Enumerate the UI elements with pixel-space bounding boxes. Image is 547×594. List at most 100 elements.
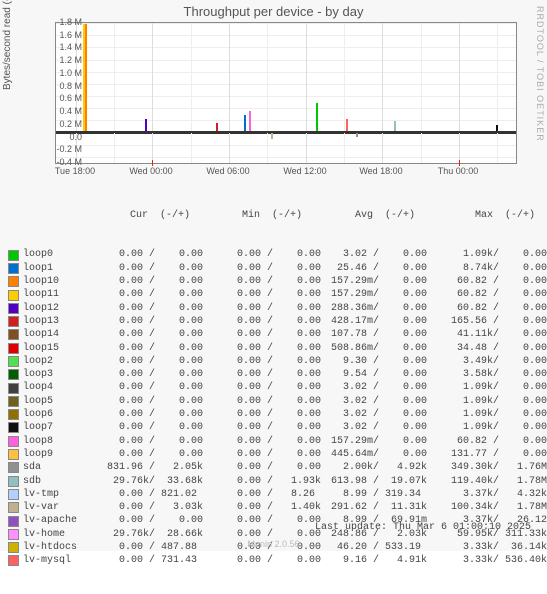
legend-max: 3.49k/ 0.00 (445, 355, 547, 368)
legend-min: 0.00 / 0.00 (219, 248, 325, 261)
legend-min: 0.00 / 0.00 (219, 328, 325, 341)
legend-min: 0.00 / 8.26 (219, 488, 325, 501)
footer-version: Munin 2.0.56 (0, 539, 547, 549)
legend-max: 3.58k/ 0.00 (445, 368, 547, 381)
legend-swatch (8, 276, 19, 287)
rrdtool-watermark: RRDTOOL / TOBI OETIKER (535, 6, 545, 142)
legend-max: 41.11k/ 0.00 (445, 328, 547, 341)
legend-swatch (8, 555, 19, 566)
col-header-max: Max (-/+) (445, 209, 547, 222)
legend-name: loop13 (23, 315, 101, 328)
legend-max: 131.77 / 0.00 (445, 448, 547, 461)
legend-cur: 831.96 / 2.05k (101, 461, 219, 474)
legend-cur: 0.00 / 821.02 (101, 488, 219, 501)
col-header-cur: Cur (-/+) (101, 209, 219, 222)
legend-swatch (8, 290, 19, 301)
legend-row: loop11 0.00 / 0.00 0.00 / 0.00 157.29m/ … (8, 288, 547, 301)
legend-name: loop4 (23, 381, 101, 394)
legend-min: 0.00 / 0.00 (219, 275, 325, 288)
legend-row: loop12 0.00 / 0.00 0.00 / 0.00 288.36m/ … (8, 302, 547, 315)
legend-row: sdb 29.76k/ 33.68k 0.00 / 1.93k 613.98 /… (8, 475, 547, 488)
legend-max: 60.82 / 0.00 (445, 288, 547, 301)
legend-avg: 9.54 / 0.00 (325, 368, 445, 381)
munin-chart: Throughput per device - by day Bytes/sec… (0, 0, 547, 551)
legend-min: 0.00 / 0.00 (219, 368, 325, 381)
legend-name: loop6 (23, 408, 101, 421)
legend-name: loop14 (23, 328, 101, 341)
legend-max: 1.09k/ 0.00 (445, 395, 547, 408)
legend-row: loop6 0.00 / 0.00 0.00 / 0.00 3.02 / 0.0… (8, 408, 547, 421)
legend-cur: 29.76k/ 33.68k (101, 475, 219, 488)
legend-name: loop3 (23, 368, 101, 381)
legend-row: loop4 0.00 / 0.00 0.00 / 0.00 3.02 / 0.0… (8, 381, 547, 394)
legend-swatch (8, 263, 19, 274)
x-tick-label: Wed 00:00 (129, 166, 172, 176)
legend-avg: 428.17m/ 0.00 (325, 315, 445, 328)
legend-avg: 107.78 / 0.00 (325, 328, 445, 341)
legend-name: lv-apache (23, 514, 101, 527)
col-header-min: Min (-/+) (219, 209, 325, 222)
y-axis-label: Bytes/second read (-) / write (+) (2, 0, 13, 90)
legend-max: 119.40k/ 1.78M (445, 475, 547, 488)
legend-avg: 3.02 / 0.00 (325, 421, 445, 434)
y-tick-label: 1.0 M (42, 68, 82, 78)
legend-avg: 613.98 / 19.07k (325, 475, 445, 488)
legend-cur: 0.00 / 0.00 (101, 248, 219, 261)
x-tick-label: Wed 06:00 (206, 166, 249, 176)
y-tick-label: 1.2 M (42, 55, 82, 65)
legend-avg: 157.29m/ 0.00 (325, 275, 445, 288)
legend-name: loop0 (23, 248, 101, 261)
legend-min: 0.00 / 0.00 (219, 408, 325, 421)
legend-avg: 9.16 / 4.91k (325, 554, 445, 567)
x-tick-label: Tue 18:00 (55, 166, 95, 176)
legend-avg: 508.86m/ 0.00 (325, 342, 445, 355)
legend-name: loop9 (23, 448, 101, 461)
legend-min: 0.00 / 0.00 (219, 421, 325, 434)
y-tick-label: 0.6 M (42, 93, 82, 103)
legend-max: 1.09k/ 0.00 (445, 421, 547, 434)
legend-name: lv-tmp (23, 488, 101, 501)
legend-avg: 3.02 / 0.00 (325, 408, 445, 421)
legend-name: loop12 (23, 302, 101, 315)
legend-row: loop5 0.00 / 0.00 0.00 / 0.00 3.02 / 0.0… (8, 395, 547, 408)
legend-max: 1.09k/ 0.00 (445, 381, 547, 394)
legend-max: 165.56 / 0.00 (445, 315, 547, 328)
legend-swatch (8, 303, 19, 314)
legend-avg: 3.02 / 0.00 (325, 381, 445, 394)
legend-min: 0.00 / 0.00 (219, 395, 325, 408)
legend-cur: 0.00 / 0.00 (101, 408, 219, 421)
legend-cur: 0.00 / 0.00 (101, 514, 219, 527)
legend-avg: 157.29m/ 0.00 (325, 435, 445, 448)
legend-min: 0.00 / 0.00 (219, 342, 325, 355)
legend-name: lv-mysql (23, 554, 101, 567)
legend-row: lv-tmp 0.00 / 821.02 0.00 / 8.26 8.99 / … (8, 488, 547, 501)
legend-cur: 0.00 / 0.00 (101, 355, 219, 368)
legend-min: 0.00 / 0.00 (219, 355, 325, 368)
legend-name: sdb (23, 475, 101, 488)
y-tick-label: 0.2 M (42, 119, 82, 129)
legend-row: loop1 0.00 / 0.00 0.00 / 0.00 25.46 / 0.… (8, 262, 547, 275)
legend-avg: 288.36m/ 0.00 (325, 302, 445, 315)
col-header-avg: Avg (-/+) (325, 209, 445, 222)
legend-row: loop15 0.00 / 0.00 0.00 / 0.00 508.86m/ … (8, 342, 547, 355)
legend-cur: 0.00 / 731.43 (101, 554, 219, 567)
legend-row: loop14 0.00 / 0.00 0.00 / 0.00 107.78 / … (8, 328, 547, 341)
legend-swatch (8, 436, 19, 447)
legend-name: loop7 (23, 421, 101, 434)
legend-cur: 0.00 / 0.00 (101, 275, 219, 288)
legend-max: 1.09k/ 0.00 (445, 408, 547, 421)
legend-max: 3.33k/ 536.40k (445, 554, 547, 567)
legend-min: 0.00 / 0.00 (219, 435, 325, 448)
legend-swatch (8, 516, 19, 527)
legend-cur: 0.00 / 0.00 (101, 368, 219, 381)
legend-swatch (8, 409, 19, 420)
legend-name: loop1 (23, 262, 101, 275)
legend-name: sda (23, 461, 101, 474)
chart-title: Throughput per device - by day (0, 4, 547, 19)
legend-min: 0.00 / 0.00 (219, 448, 325, 461)
legend-avg: 9.30 / 0.00 (325, 355, 445, 368)
legend-max: 100.34k/ 1.78M (445, 501, 547, 514)
plot-area (55, 22, 517, 164)
legend-swatch (8, 316, 19, 327)
y-tick-label: 1.4 M (42, 42, 82, 52)
